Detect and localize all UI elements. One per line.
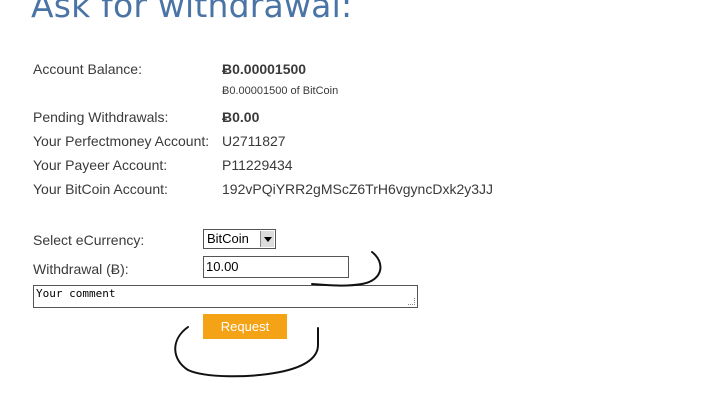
scribble-mark-button [174, 326, 319, 378]
scribble-mark-input [311, 251, 382, 287]
scribble-annotation [174, 251, 382, 378]
